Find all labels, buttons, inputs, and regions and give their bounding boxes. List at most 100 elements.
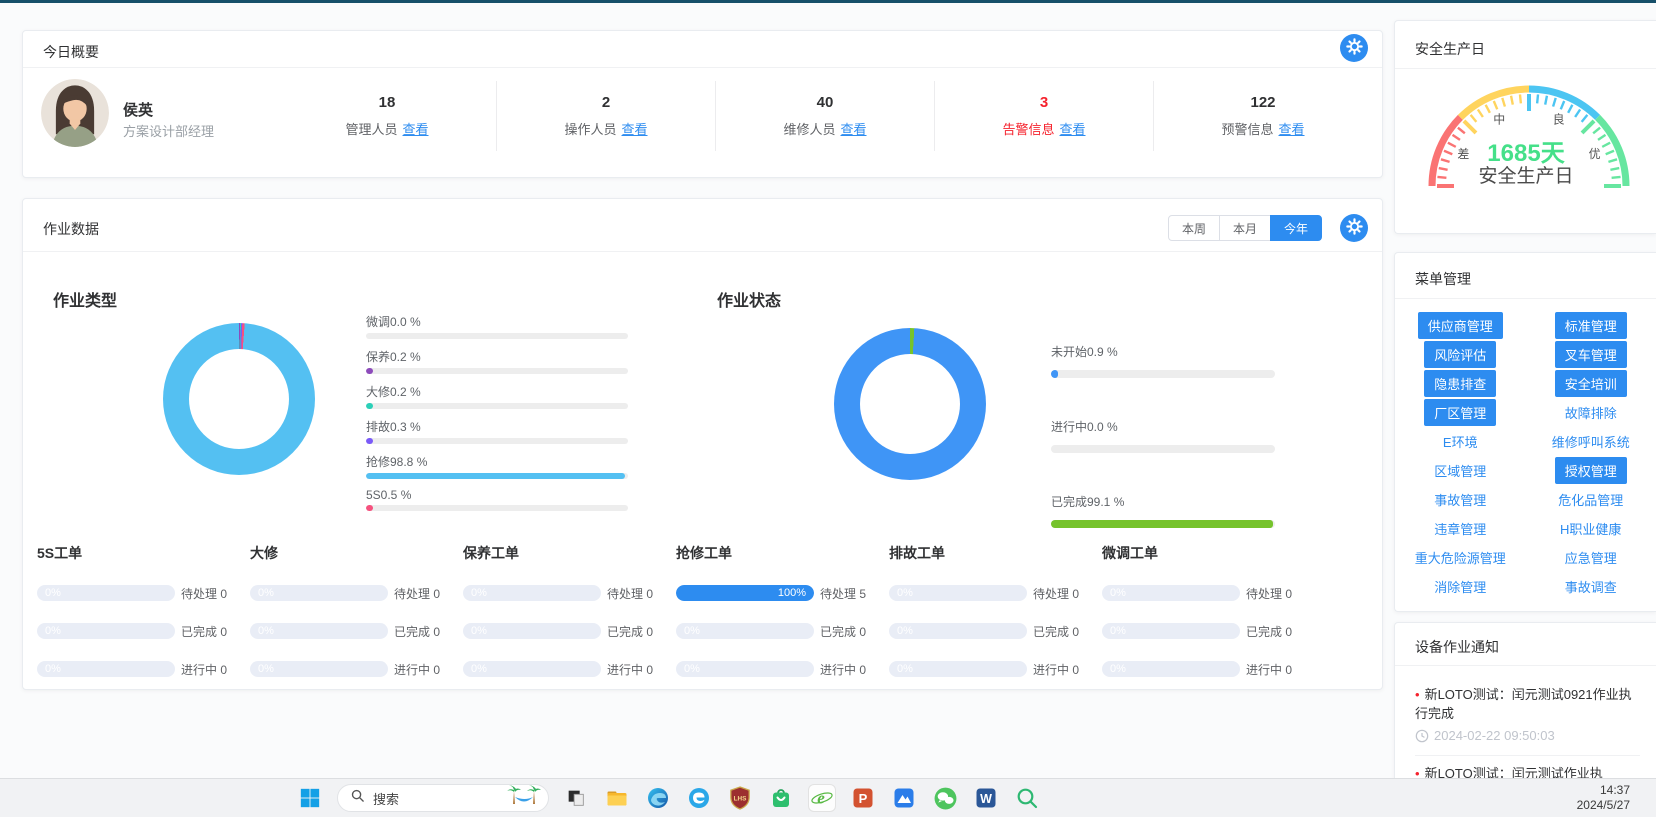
menu-button-违章管理[interactable]: 违章管理 [1424, 515, 1496, 542]
work-data-settings-button[interactable] [1340, 214, 1368, 242]
overview-stats: 18管理人员查看2操作人员查看40维修人员查看3告警信息查看122预警信息查看 [278, 81, 1372, 151]
store-bag-icon[interactable] [767, 784, 795, 812]
order-progress-row: 0%已完成 0 [676, 623, 877, 639]
legend-bar-track [366, 403, 628, 409]
file-explorer-icon[interactable] [603, 784, 631, 812]
legend-row: 进行中0.0 % [1051, 418, 1275, 453]
menu-cell: 事故调查 [1526, 572, 1656, 601]
progress-pill: 0% [889, 585, 1027, 601]
legend-bar-track [366, 505, 628, 511]
gear-icon [1346, 38, 1363, 58]
menu-button-H职业健康[interactable]: H职业健康 [1550, 515, 1631, 542]
menu-button-消除管理[interactable]: 消除管理 [1424, 573, 1496, 600]
legend-bar-track [1051, 370, 1275, 378]
menu-button-维修呼叫系统[interactable]: 维修呼叫系统 [1542, 428, 1640, 455]
progress-pill: 0% [37, 661, 175, 677]
menu-cell: 供应商管理 [1395, 311, 1526, 340]
order-title: 微调工单 [1102, 543, 1303, 563]
view-link[interactable]: 查看 [1279, 119, 1305, 138]
legend-row: 大修0.2 % [366, 383, 628, 409]
menu-cell: 重大危险源管理 [1395, 543, 1526, 572]
user-name: 侯英 [123, 99, 153, 120]
menu-button-供应商管理[interactable]: 供应商管理 [1418, 312, 1503, 339]
wechat-icon[interactable] [931, 784, 959, 812]
taskbar-clock[interactable]: 14:37 2024/5/27 [1577, 783, 1630, 813]
menu-button-厂区管理[interactable]: 厂区管理 [1424, 399, 1496, 426]
menu-button-风险评估[interactable]: 风险评估 [1424, 341, 1496, 368]
clock-date: 2024/5/27 [1577, 798, 1630, 813]
word-icon[interactable]: W [972, 784, 1000, 812]
menu-cell: E环境 [1395, 427, 1526, 456]
task-view-icon[interactable] [562, 784, 590, 812]
device-notice-card: 设备作业通知 •新LOTO测试：闰元测试0921作业执行完成2024-02-22… [1394, 622, 1656, 792]
order-progress-row: 0%进行中 0 [676, 661, 877, 677]
tab-本周[interactable]: 本周 [1168, 215, 1220, 241]
order-status-label: 待处理 0 [181, 585, 227, 602]
menu-button-标准管理[interactable]: 标准管理 [1555, 312, 1627, 339]
menu-management-card: 菜单管理 供应商管理标准管理风险评估叉车管理隐患排查安全培训厂区管理故障排除E环… [1394, 252, 1656, 612]
edge-browser-icon[interactable] [644, 784, 672, 812]
blue-e-browser-icon[interactable] [685, 784, 713, 812]
legend-bar-fill [366, 473, 625, 479]
order-status-label: 已完成 0 [181, 623, 227, 640]
stat-label-row: 管理人员查看 [345, 119, 428, 138]
menu-button-故障排除[interactable]: 故障排除 [1555, 399, 1627, 426]
order-status-label: 已完成 0 [394, 623, 440, 640]
view-link[interactable]: 查看 [403, 119, 429, 138]
progress-percent: 100% [778, 587, 806, 599]
menu-button-应急管理[interactable]: 应急管理 [1555, 544, 1627, 571]
start-button-icon[interactable] [296, 784, 324, 812]
menu-button-重大危险源管理[interactable]: 重大危险源管理 [1405, 544, 1516, 571]
stat-value: 18 [379, 94, 396, 111]
tab-本月[interactable]: 本月 [1219, 215, 1271, 241]
lhs-app-icon[interactable]: LHS [726, 784, 754, 812]
menu-button-危化品管理[interactable]: 危化品管理 [1548, 486, 1633, 513]
progress-percent: 0% [258, 625, 274, 637]
menu-grid: 供应商管理 标准管理风险评估 叉车管理隐患排查 安全培训厂区管理 故障排除 E环境 维修呼叫… [1395, 311, 1656, 601]
legend-label: 已完成99.1 % [1051, 493, 1275, 510]
menu-button-区域管理[interactable]: 区域管理 [1424, 457, 1496, 484]
progress-percent: 0% [684, 663, 700, 675]
clock-icon [1415, 729, 1429, 743]
work-data-card: 作业数据 本周本月今年 作业类型 微调0.0 %保养0.2 %大修0.2 %排故… [22, 198, 1383, 690]
search-tool-icon[interactable] [1013, 784, 1041, 812]
mountain-app-icon[interactable] [890, 784, 918, 812]
legend-row: 5S0.5 % [366, 488, 628, 511]
menu-button-E环境[interactable]: E环境 [1433, 428, 1488, 455]
menu-button-事故管理[interactable]: 事故管理 [1424, 486, 1496, 513]
order-progress-row: 0%进行中 0 [889, 661, 1090, 677]
taskbar-search-input[interactable]: 搜索 [337, 784, 549, 812]
work-data-title: 作业数据 [43, 219, 99, 239]
stat-label-row: 维修人员查看 [783, 119, 866, 138]
menu-cell: 安全培训 [1526, 369, 1656, 398]
legend-bar-fill [1051, 370, 1058, 378]
progress-pill: 0% [250, 661, 388, 677]
legend-bar-fill [366, 505, 373, 511]
menu-button-隐患排查[interactable]: 隐患排查 [1424, 370, 1496, 397]
internet-explorer-icon[interactable]: e [808, 784, 836, 812]
overview-header: 今日概要 [23, 31, 1382, 68]
legend-bar-fill [366, 438, 373, 444]
notice-item[interactable]: •新LOTO测试：闰元测试0921作业执行完成2024-02-22 09:50:… [1415, 677, 1640, 743]
powerpoint-icon[interactable]: P [849, 784, 877, 812]
overview-settings-button[interactable] [1340, 34, 1368, 62]
view-link[interactable]: 查看 [841, 119, 867, 138]
work-type-donut-chart [163, 323, 315, 475]
menu-button-授权管理[interactable]: 授权管理 [1555, 457, 1627, 484]
menu-button-安全培训[interactable]: 安全培训 [1555, 370, 1627, 397]
menu-button-叉车管理[interactable]: 叉车管理 [1555, 341, 1627, 368]
stat-column: 40维修人员查看 [715, 81, 934, 151]
legend-row: 排故0.3 % [366, 418, 628, 444]
divider [1395, 298, 1656, 299]
menu-cell: 消除管理 [1395, 572, 1526, 601]
stat-value: 2 [602, 94, 610, 111]
legend-bar-track [1051, 445, 1275, 453]
menu-button-事故调查[interactable]: 事故调查 [1555, 573, 1627, 600]
legend-label: 5S0.5 % [366, 488, 628, 502]
tab-今年[interactable]: 今年 [1270, 215, 1322, 241]
windows-taskbar: 搜索 [0, 778, 1656, 817]
view-link[interactable]: 查看 [1060, 119, 1086, 138]
progress-pill: 0% [250, 623, 388, 639]
view-link[interactable]: 查看 [622, 119, 648, 138]
gauge-band-label: 良 [1553, 111, 1565, 126]
